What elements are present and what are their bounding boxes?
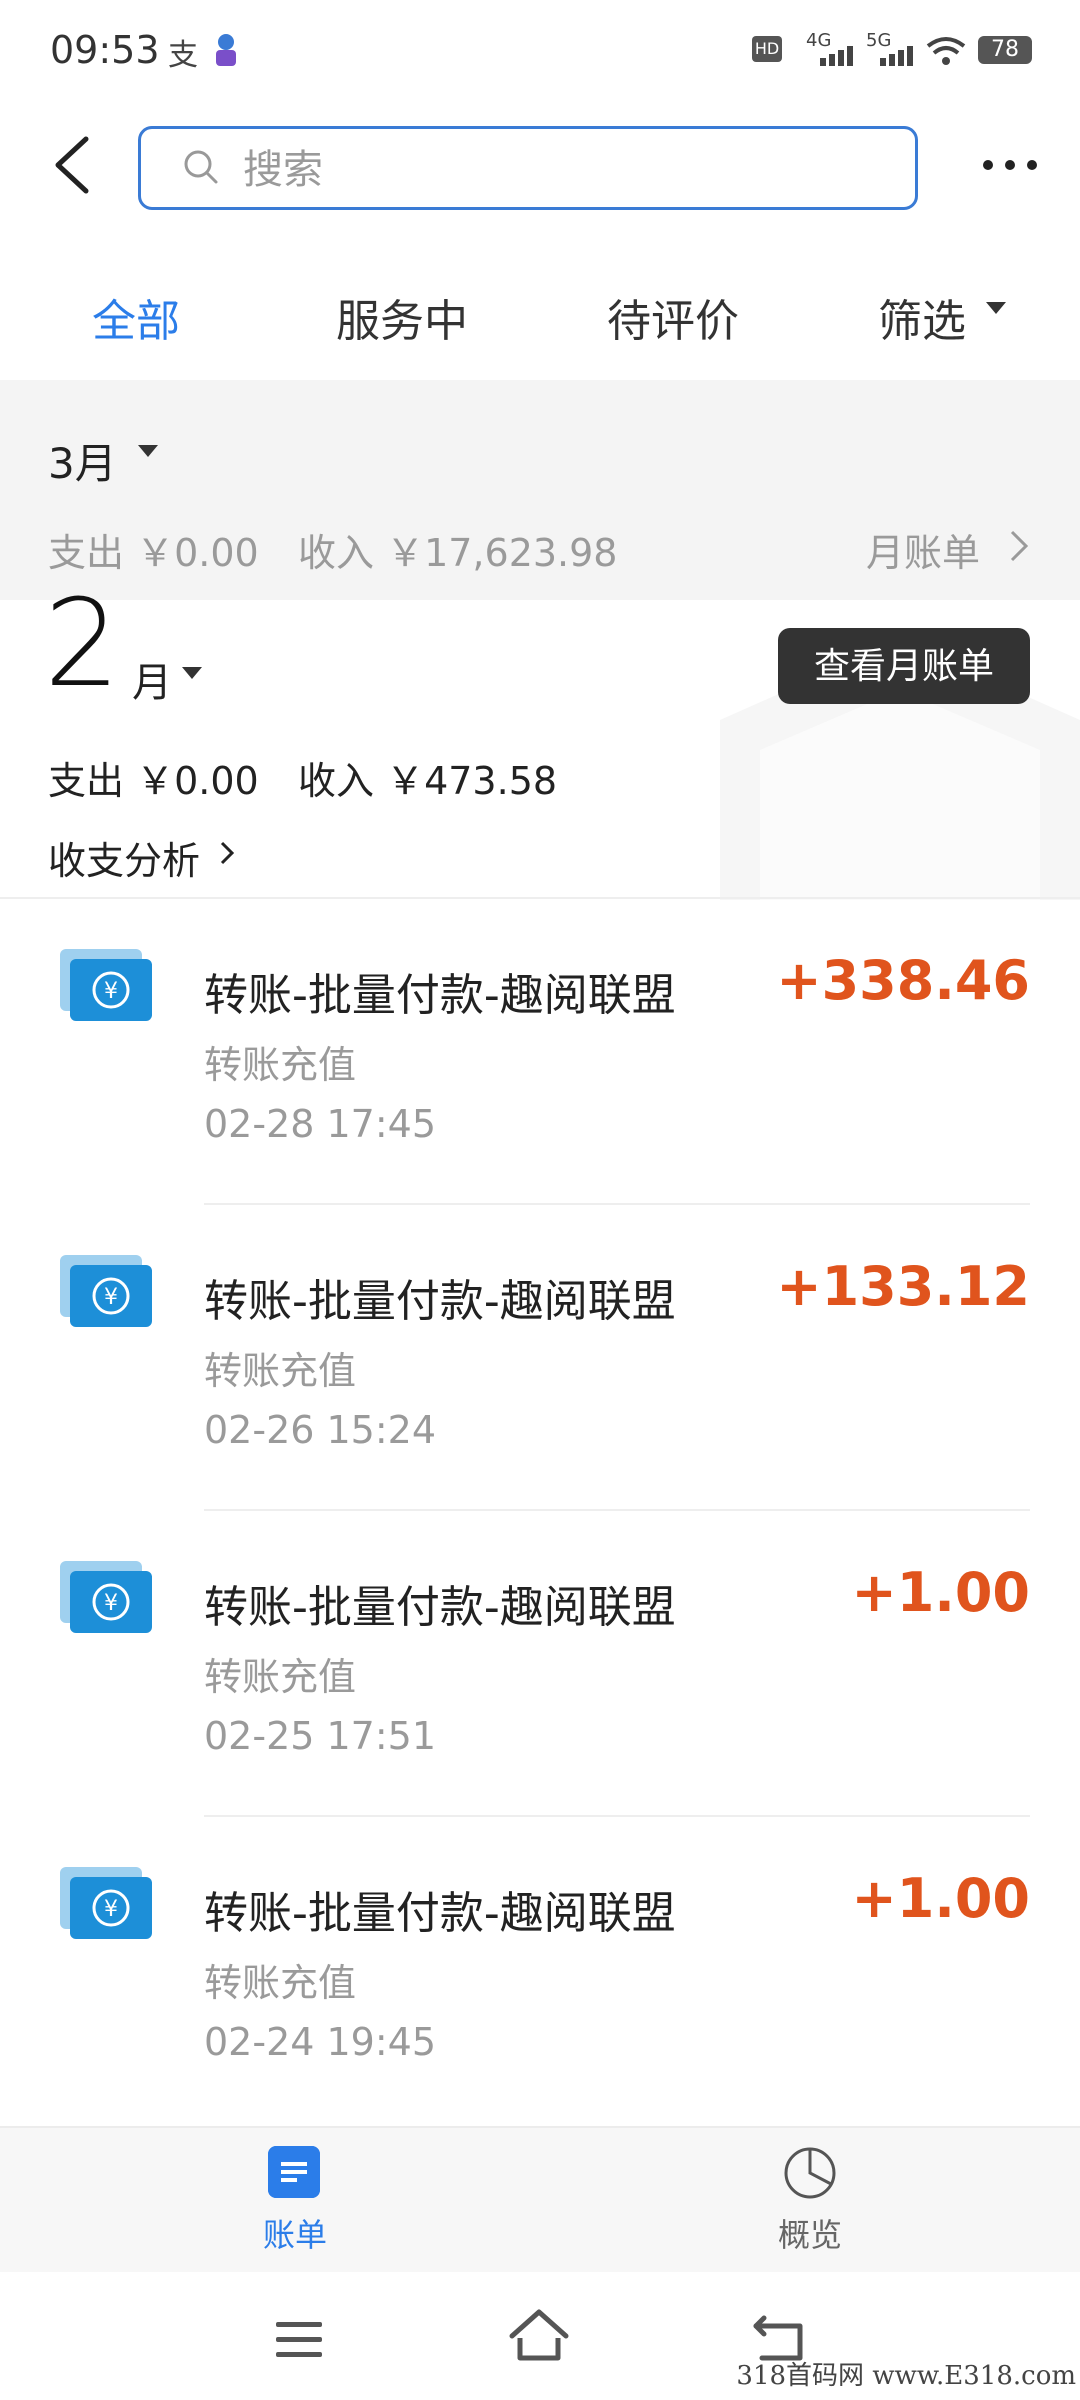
transaction-title: 转账-批量付款-趣阅联盟 [204, 970, 676, 1021]
search-icon [184, 150, 218, 184]
transaction-amount: +133.12 [776, 1255, 1030, 1318]
transaction-title: 转账-批量付款-趣阅联盟 [204, 1276, 676, 1327]
transaction-type: 转账充值 [204, 1961, 357, 2005]
february-income: 收入 ￥473.58 [298, 759, 558, 803]
month-dropdown-icon[interactable] [138, 445, 158, 457]
back-arrow-icon[interactable] [48, 135, 98, 195]
transfer-icon: ¥ [60, 949, 152, 1021]
transaction-title: 转账-批量付款-趣阅联盟 [204, 1888, 676, 1939]
battery-icon: 78 [978, 36, 1032, 64]
monthly-bill-link[interactable]: 月账单 [866, 522, 980, 577]
march-income: 收入 ￥17,623.98 [298, 531, 618, 575]
signal-icon [820, 46, 853, 66]
transaction-type: 转账充值 [204, 1655, 357, 1699]
app-notification-icon [216, 34, 236, 66]
nav-bill-label: 账单 [262, 2216, 327, 2254]
march-month-selector[interactable]: 3月 [48, 430, 117, 491]
watermark-text: 318首码网 www.E318.com [736, 2361, 1076, 2391]
status-bar: 09:53 支 HD 4G 5G 78 [0, 0, 1080, 100]
transaction-type: 转账充值 [204, 1349, 357, 1393]
svg-text:¥: ¥ [104, 979, 118, 1004]
transfer-icon: ¥ [60, 1255, 152, 1327]
filter-dropdown-icon[interactable] [986, 302, 1006, 314]
nav-overview[interactable]: 概览 [740, 2146, 880, 2256]
transaction-item[interactable]: ¥ 转账-批量付款-趣阅联盟 转账充值 02-25 17:51 +1.00 [0, 1511, 1080, 1817]
svg-text:¥: ¥ [104, 1285, 118, 1310]
transaction-date: 02-26 15:24 [204, 1408, 437, 1452]
chevron-right-icon-2[interactable] [218, 840, 236, 866]
search-bar[interactable] [138, 126, 918, 210]
transaction-date: 02-25 17:51 [204, 1714, 437, 1758]
tab-all[interactable]: 全部 [92, 285, 180, 349]
transaction-item[interactable]: ¥ 转账-批量付款-趣阅联盟 转账充值 02-28 17:45 +338.46 [0, 899, 1080, 1205]
alipay-notification-icon: 支 [168, 38, 198, 73]
transaction-title: 转账-批量付款-趣阅联盟 [204, 1582, 676, 1633]
transaction-amount: +338.46 [776, 949, 1030, 1012]
transaction-amount: +1.00 [851, 1867, 1030, 1930]
transaction-date: 02-28 17:45 [204, 1102, 437, 1146]
svg-text:¥: ¥ [104, 1591, 118, 1616]
tab-filter[interactable]: 筛选 [878, 285, 966, 349]
transaction-type: 转账充值 [204, 1043, 357, 1087]
march-expense: 支出 ￥0.00 [48, 531, 259, 575]
transfer-icon: ¥ [60, 1561, 152, 1633]
menu-icon[interactable] [274, 2320, 324, 2360]
signal-icon-2 [880, 46, 913, 66]
february-month-selector[interactable]: 月 [132, 650, 172, 708]
income-expense-analysis-link[interactable]: 收支分析 [48, 830, 200, 885]
transaction-amount: +1.00 [851, 1561, 1030, 1624]
view-monthly-bill-button[interactable]: 查看月账单 [778, 628, 1030, 704]
nav-bill[interactable]: 账单 [225, 2146, 365, 2256]
home-icon[interactable] [508, 2308, 570, 2362]
bottom-navigation [0, 2126, 1080, 2272]
hd-icon: HD [752, 36, 782, 62]
transaction-item[interactable]: ¥ 转账-批量付款-趣阅联盟 转账充值 02-24 19:45 +1.00 [0, 1817, 1080, 2123]
transaction-date: 02-24 19:45 [204, 2020, 437, 2064]
bill-icon [268, 2146, 320, 2198]
more-options-icon[interactable] [980, 150, 1040, 180]
wifi-icon [926, 37, 966, 65]
month-dropdown-icon-2[interactable] [182, 667, 202, 679]
february-month-number: 2 [44, 575, 121, 714]
status-time: 09:53 [50, 28, 160, 72]
pie-chart-icon [784, 2147, 836, 2199]
february-expense: 支出 ￥0.00 [48, 759, 259, 803]
chevron-right-icon[interactable] [1004, 528, 1032, 564]
nav-overview-label: 概览 [777, 2216, 842, 2254]
search-input[interactable] [241, 141, 885, 199]
tab-in-service[interactable]: 服务中 [336, 285, 468, 349]
tab-pending-review[interactable]: 待评价 [607, 285, 739, 349]
transaction-item[interactable]: ¥ 转账-批量付款-趣阅联盟 转账充值 02-26 15:24 +133.12 [0, 1205, 1080, 1511]
svg-text:¥: ¥ [104, 1897, 118, 1922]
transfer-icon: ¥ [60, 1867, 152, 1939]
